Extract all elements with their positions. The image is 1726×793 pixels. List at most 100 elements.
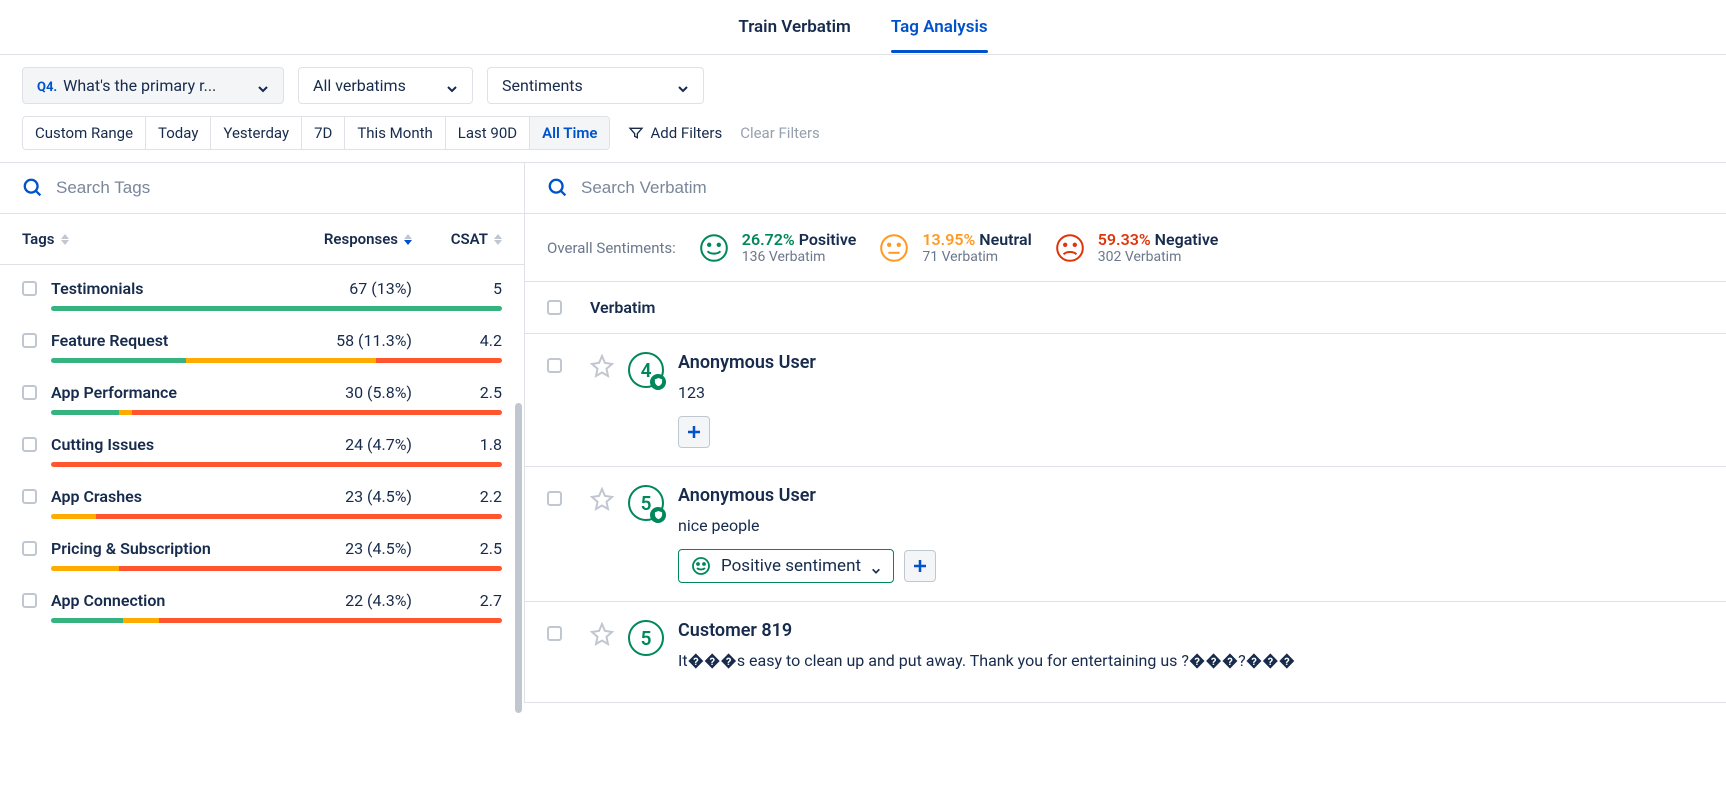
date-range-this-month[interactable]: This Month xyxy=(345,117,445,149)
date-range-yesterday[interactable]: Yesterday xyxy=(211,117,302,149)
tag-responses: 58 (11.3%) xyxy=(262,331,412,350)
tag-name: App Performance xyxy=(51,383,262,402)
score-badge: 5 xyxy=(628,620,664,656)
tag-row[interactable]: App Performance 30 (5.8%) 2.5 xyxy=(0,369,524,421)
date-range-last-90d[interactable]: Last 90D xyxy=(446,117,530,149)
search-icon xyxy=(22,177,44,199)
search-tags-input[interactable] xyxy=(56,178,502,198)
verbatim-user: Anonymous User xyxy=(678,485,1704,506)
sort-icon xyxy=(61,234,69,245)
tag-csat: 2.5 xyxy=(412,539,502,558)
star-icon[interactable] xyxy=(590,622,614,646)
verbatim-checkbox[interactable] xyxy=(547,626,562,641)
tag-responses: 22 (4.3%) xyxy=(262,591,412,610)
score-badge: 5 xyxy=(628,485,664,521)
select-all-checkbox[interactable] xyxy=(547,300,562,315)
tag-checkbox[interactable] xyxy=(22,489,37,504)
score-badge: 4 xyxy=(628,352,664,388)
verbatim-text: nice people xyxy=(678,516,1704,535)
tag-checkbox[interactable] xyxy=(22,333,37,348)
tag-row[interactable]: Testimonials 67 (13%) 5 xyxy=(0,265,524,317)
star-icon[interactable] xyxy=(590,354,614,378)
verbatim-user: Customer 819 xyxy=(678,620,1704,641)
sentiment-chip[interactable]: Positive sentiment xyxy=(678,549,894,583)
tag-row[interactable]: Feature Request 58 (11.3%) 4.2 xyxy=(0,317,524,369)
tag-row[interactable]: Pricing & Subscription 23 (4.5%) 2.5 xyxy=(0,525,524,577)
verbatim-row: 5 Customer 819 It���s easy to clean up a… xyxy=(525,602,1726,703)
sentiment-bar xyxy=(51,358,502,363)
tag-name: App Connection xyxy=(51,591,262,610)
verbatim-row: 5 Anonymous User nice people Positive se… xyxy=(525,467,1726,602)
tag-row[interactable]: Cutting Issues 24 (4.7%) 1.8 xyxy=(0,421,524,473)
tag-row[interactable]: App Connection 22 (4.3%) 2.7 xyxy=(0,577,524,629)
chevron-down-icon xyxy=(257,80,269,92)
search-verbatim-input[interactable] xyxy=(581,178,1704,198)
tag-row[interactable]: App Crashes 23 (4.5%) 2.2 xyxy=(0,473,524,525)
verbatim-column-header: Verbatim xyxy=(590,298,655,317)
tag-name: Pricing & Subscription xyxy=(51,539,262,558)
sentiments-dropdown-label: Sentiments xyxy=(502,76,583,95)
verbatim-row: 4 Anonymous User 123 xyxy=(525,334,1726,467)
date-range-all-time[interactable]: All Time xyxy=(530,117,609,149)
tag-checkbox[interactable] xyxy=(22,385,37,400)
date-range-segments: Custom RangeTodayYesterday7DThis MonthLa… xyxy=(22,116,610,150)
verbatims-dropdown[interactable]: All verbatims xyxy=(298,67,473,104)
tag-responses: 23 (4.5%) xyxy=(262,539,412,558)
star-icon[interactable] xyxy=(590,487,614,511)
smile-icon xyxy=(691,556,711,576)
add-filters-label: Add Filters xyxy=(650,124,722,142)
add-filters-button[interactable]: Add Filters xyxy=(628,124,722,142)
sentiment-bar xyxy=(51,306,502,311)
smile-icon xyxy=(698,232,730,264)
positive-sentiment-stat: 26.72% Positive 136 Verbatim xyxy=(698,230,857,265)
tag-checkbox[interactable] xyxy=(22,281,37,296)
shield-icon xyxy=(650,507,666,523)
sort-icon xyxy=(494,234,502,245)
tag-checkbox[interactable] xyxy=(22,437,37,452)
neutral-sentiment-stat: 13.95% Neutral 71 Verbatim xyxy=(878,230,1031,265)
sentiment-bar xyxy=(51,410,502,415)
verbatim-pane: Overall Sentiments: 26.72% Positive 136 … xyxy=(525,163,1726,703)
filter-bar: Q4. What's the primary r... All verbatim… xyxy=(0,55,1726,163)
sentiment-bar xyxy=(51,566,502,571)
search-icon xyxy=(547,177,569,199)
responses-column-header[interactable]: Responses xyxy=(324,230,398,248)
overall-sentiments-label: Overall Sentiments: xyxy=(547,239,676,257)
tag-name: Cutting Issues xyxy=(51,435,262,454)
tab-train-verbatim[interactable]: Train Verbatim xyxy=(738,3,851,51)
tag-responses: 23 (4.5%) xyxy=(262,487,412,506)
tab-tag-analysis[interactable]: Tag Analysis xyxy=(891,3,988,51)
date-range-custom-range[interactable]: Custom Range xyxy=(23,117,146,149)
csat-column-header[interactable]: CSAT xyxy=(451,230,488,248)
verbatim-checkbox[interactable] xyxy=(547,491,562,506)
tag-csat: 5 xyxy=(412,279,502,298)
tag-responses: 24 (4.7%) xyxy=(262,435,412,454)
verbatim-user: Anonymous User xyxy=(678,352,1704,373)
clear-filters-button[interactable]: Clear Filters xyxy=(740,124,820,142)
question-prefix: Q4. xyxy=(37,80,57,95)
chevron-down-icon xyxy=(871,561,881,571)
top-tabs: Train Verbatim Tag Analysis xyxy=(0,0,1726,55)
tags-column-header[interactable]: Tags xyxy=(22,230,55,248)
sentiment-chip-label: Positive sentiment xyxy=(721,556,861,576)
date-range-7d[interactable]: 7D xyxy=(302,117,345,149)
question-label: What's the primary r... xyxy=(63,76,216,95)
verbatims-dropdown-label: All verbatims xyxy=(313,76,406,95)
add-tag-button[interactable] xyxy=(678,416,710,448)
verbatim-checkbox[interactable] xyxy=(547,358,562,373)
tags-pane: Tags Responses CSAT Testimonials 67 (13%… xyxy=(0,163,525,703)
date-range-today[interactable]: Today xyxy=(146,117,211,149)
add-tag-button[interactable] xyxy=(904,550,936,582)
tag-name: Feature Request xyxy=(51,331,262,350)
shield-icon xyxy=(650,374,666,390)
tag-csat: 1.8 xyxy=(412,435,502,454)
verbatim-text: It���s easy to clean up and put away. Th… xyxy=(678,651,1704,670)
sentiments-dropdown[interactable]: Sentiments xyxy=(487,67,704,104)
chevron-down-icon xyxy=(446,80,458,92)
question-dropdown[interactable]: Q4. What's the primary r... xyxy=(22,67,284,104)
tag-checkbox[interactable] xyxy=(22,593,37,608)
tag-checkbox[interactable] xyxy=(22,541,37,556)
tag-csat: 2.5 xyxy=(412,383,502,402)
negative-sentiment-stat: 59.33% Negative 302 Verbatim xyxy=(1054,230,1219,265)
verbatim-text: 123 xyxy=(678,383,1704,402)
